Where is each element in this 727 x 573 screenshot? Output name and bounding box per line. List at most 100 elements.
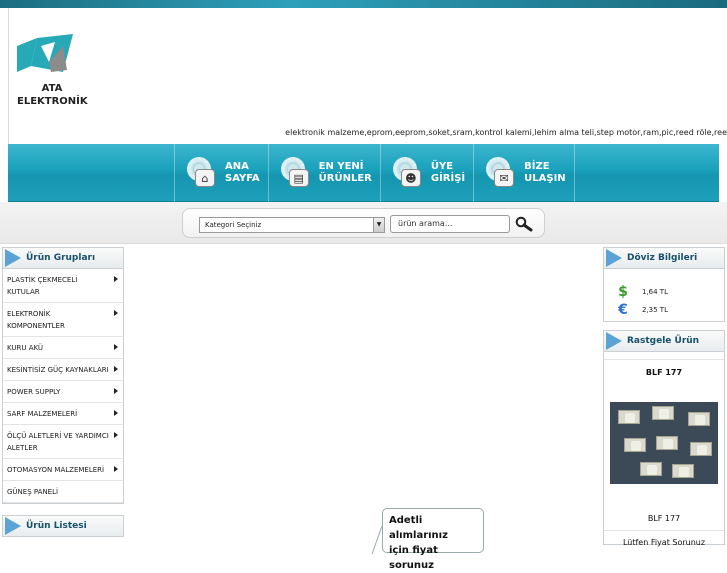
- new-products-icon: ▤: [288, 169, 309, 187]
- triangle-icon: [606, 249, 622, 267]
- chip-image: [640, 462, 662, 476]
- caret-right-icon: [114, 366, 118, 372]
- nav-item-0[interactable]: ⌂ ANA SAYFA: [174, 144, 268, 202]
- currency-header: Döviz Bilgileri: [603, 247, 725, 269]
- caret-right-icon: [114, 344, 118, 350]
- category-label: OTOMASYON MALZEMELERİ: [7, 466, 105, 474]
- nav-label-line1: ANA: [225, 161, 249, 172]
- category-list: PLASTİK ÇEKMECELİ KUTULAR ELEKTRONİK KOMP…: [2, 269, 124, 504]
- nav-label-line1: BİZE: [524, 161, 550, 172]
- nav-label: BİZE ULAŞIN: [524, 161, 566, 185]
- nav-label-line2: GİRİŞİ: [430, 173, 466, 184]
- chip-image: [688, 412, 710, 426]
- search-input[interactable]: ürün arama...: [390, 215, 510, 233]
- promo-line2: için fiyat sorunuz: [389, 545, 438, 571]
- caret-right-icon: [114, 276, 118, 282]
- search-bar-row: Kategori Seçiniz ▼ ürün arama...: [0, 202, 727, 244]
- currency-title: Döviz Bilgileri: [627, 253, 698, 263]
- promo-bubble: Adetli alımlarınız için fiyat sorunuz: [382, 508, 484, 571]
- nav-label: EN YENİ ÜRÜNLER: [319, 161, 372, 185]
- caret-right-icon: [114, 388, 118, 394]
- category-label: GÜNEŞ PANELİ: [7, 488, 59, 496]
- search-placeholder: ürün arama...: [398, 219, 453, 228]
- category-item[interactable]: KURU AKÜ: [3, 337, 123, 359]
- category-item[interactable]: KESİNTİSİZ GÜÇ KAYNAKLARI: [3, 359, 123, 381]
- product-title[interactable]: BLF 177: [604, 368, 724, 377]
- category-item[interactable]: OTOMASYON MALZEMELERİ: [3, 459, 123, 481]
- category-select[interactable]: Kategori Seçiniz ▼: [199, 217, 385, 233]
- header: ATA ELEKTRONİK elektronik malzeme,eprom,…: [8, 8, 727, 144]
- random-product-header: Rastgele Ürün: [603, 330, 725, 352]
- chip-image: [672, 464, 694, 478]
- category-item[interactable]: ELEKTRONİK KOMPONENTLER: [3, 303, 123, 337]
- nav-items: ⌂ ANA SAYFA ▤ EN YENİ ÜRÜNLER ☻ ÜYE GİRİŞİ ✉ BİZE U…: [174, 144, 575, 202]
- currency-value: 2,35 TL: [642, 306, 668, 314]
- brand-line2: ELEKTRONİK: [17, 96, 88, 107]
- category-label: SARF MALZEMELERİ: [7, 410, 78, 418]
- currency-box: $1,64 TL €2,35 TL: [603, 269, 725, 322]
- random-product-title: Rastgele Ürün: [627, 336, 700, 346]
- mail-icon: ✉: [494, 169, 515, 187]
- nav-label-line1: EN YENİ: [318, 161, 364, 172]
- category-item[interactable]: POWER SUPPLY: [3, 381, 123, 403]
- product-list-title: Ürün Listesi: [26, 521, 87, 531]
- product-image[interactable]: [610, 402, 718, 484]
- chip-image: [618, 410, 640, 424]
- currency-row: €2,35 TL: [604, 301, 724, 319]
- category-item[interactable]: ÖLÇÜ ALETLERİ VE YARDIMCI ALETLER: [3, 425, 123, 459]
- nav-label: ANA SAYFA: [225, 161, 260, 185]
- product-list-header: Ürün Listesi: [2, 515, 124, 537]
- users-icon: ☻: [400, 169, 421, 187]
- logo-icon[interactable]: [15, 32, 75, 80]
- category-label: KURU AKÜ: [7, 344, 44, 352]
- nav-label: ÜYE GİRİŞİ: [431, 161, 465, 185]
- chip-image: [656, 436, 678, 450]
- product-groups-title: Ürün Grupları: [26, 253, 96, 263]
- promo-line1: Adetli alımlarınız: [389, 515, 448, 541]
- caret-right-icon: [114, 310, 118, 316]
- category-label: ELEKTRONİK KOMPONENTLER: [7, 310, 65, 330]
- caret-right-icon: [114, 410, 118, 416]
- category-label: PLASTİK ÇEKMECELİ KUTULAR: [7, 276, 78, 296]
- dollar-icon: $: [618, 284, 628, 300]
- main-nav: ⌂ ANA SAYFA ▤ EN YENİ ÜRÜNLER ☻ ÜYE GİRİŞİ ✉ BİZE U…: [8, 144, 719, 202]
- triangle-icon: [5, 249, 21, 267]
- product-groups-header: Ürün Grupları: [2, 247, 124, 269]
- nav-item-3[interactable]: ✉ BİZE ULAŞIN: [473, 144, 575, 202]
- category-label: ÖLÇÜ ALETLERİ VE YARDIMCI ALETLER: [7, 432, 109, 452]
- product-caption: BLF 177: [647, 514, 681, 523]
- nav-label-line2: SAYFA: [225, 173, 260, 184]
- logo-text: ATA ELEKTRONİK: [17, 82, 88, 108]
- search-icon[interactable]: [515, 216, 533, 232]
- price-note: Lütfen Fiyat Sorunuz: [622, 538, 706, 547]
- divider: [604, 530, 724, 531]
- chip-image: [652, 406, 674, 420]
- category-item[interactable]: GÜNEŞ PANELİ: [3, 481, 123, 503]
- brand-line1: ATA: [41, 83, 63, 94]
- category-label: POWER SUPPLY: [7, 388, 61, 396]
- triangle-icon: [5, 517, 21, 535]
- page: ATA ELEKTRONİK elektronik malzeme,eprom,…: [0, 8, 727, 571]
- category-item[interactable]: SARF MALZEMELERİ: [3, 403, 123, 425]
- nav-label-line1: ÜYE: [430, 161, 454, 172]
- divider: [604, 352, 724, 360]
- category-item[interactable]: PLASTİK ÇEKMECELİ KUTULAR: [3, 269, 123, 303]
- random-product-box: BLF 177 BLF 177 Lütfen Fiyat Sorunuz: [603, 352, 725, 547]
- nav-item-1[interactable]: ▤ EN YENİ ÜRÜNLER: [267, 144, 380, 202]
- currency-value: 1,64 TL: [642, 288, 668, 296]
- nav-label-line2: ULAŞIN: [524, 173, 566, 184]
- search-box: Kategori Seçiniz ▼ ürün arama...: [182, 208, 545, 238]
- chip-image: [690, 442, 712, 456]
- chip-image: [624, 438, 646, 452]
- caret-right-icon: [114, 432, 118, 438]
- nav-item-2[interactable]: ☻ ÜYE GİRİŞİ: [379, 144, 473, 202]
- triangle-icon: [606, 332, 622, 350]
- currency-row: $1,64 TL: [604, 283, 724, 301]
- category-label: KESİNTİSİZ GÜÇ KAYNAKLARI: [7, 366, 109, 374]
- home-icon: ⌂: [195, 169, 215, 187]
- category-select-value: Kategori Seçiniz: [205, 221, 262, 229]
- caret-right-icon: [114, 466, 118, 472]
- chevron-down-icon[interactable]: ▼: [373, 218, 384, 232]
- top-accent-bar: [0, 0, 727, 8]
- nav-label-line2: ÜRÜNLER: [318, 173, 372, 184]
